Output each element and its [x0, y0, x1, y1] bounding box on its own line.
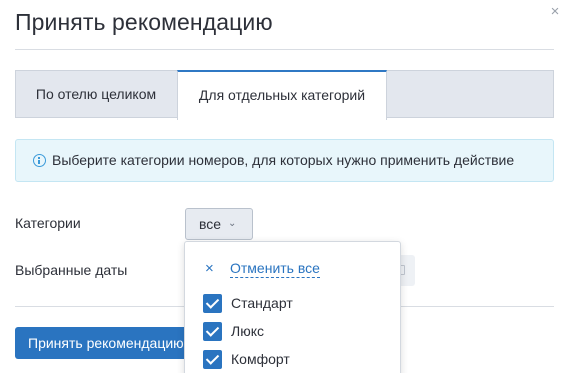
dropdown-item-label: Стандарт — [231, 295, 293, 311]
categories-select[interactable]: все ⌄ — [185, 208, 253, 240]
dropdown-item-label: Люкс — [231, 323, 264, 339]
tab-whole-hotel[interactable]: По отелю целиком — [15, 70, 177, 119]
close-icon[interactable]: × — [547, 4, 563, 20]
checkbox-checked-icon[interactable] — [203, 322, 222, 341]
dropdown-item-standard[interactable]: Стандарт — [203, 294, 383, 314]
categories-dropdown: × Отменить все Стандарт Люкс Комфорт — [184, 241, 401, 373]
dropdown-item-comfort[interactable]: Комфорт — [203, 350, 383, 370]
dates-label: Выбранные даты — [15, 262, 128, 278]
info-icon — [33, 154, 46, 167]
dropdown-item-lux[interactable]: Люкс — [203, 322, 383, 342]
dialog: Принять рекомендацию × По отелю целиком … — [0, 0, 570, 373]
dropdown-item-label: Комфорт — [231, 351, 290, 367]
categories-select-value: все — [199, 216, 222, 232]
chevron-down-icon: ⌄ — [228, 218, 237, 229]
dialog-title: Принять рекомендацию — [15, 9, 273, 35]
tab-bar: По отелю целиком Для отдельных категорий — [15, 70, 554, 120]
checkbox-checked-icon[interactable] — [203, 350, 222, 369]
categories-label: Категории — [15, 215, 81, 231]
info-text: Выберите категории номеров, для которых … — [52, 152, 515, 168]
clear-all-label: Отменить все — [230, 260, 320, 278]
info-banner: Выберите категории номеров, для которых … — [15, 139, 554, 182]
divider — [15, 49, 554, 50]
checkbox-checked-icon[interactable] — [203, 294, 222, 313]
tab-categories[interactable]: Для отдельных категорий — [177, 70, 387, 120]
close-icon: × — [205, 260, 214, 277]
